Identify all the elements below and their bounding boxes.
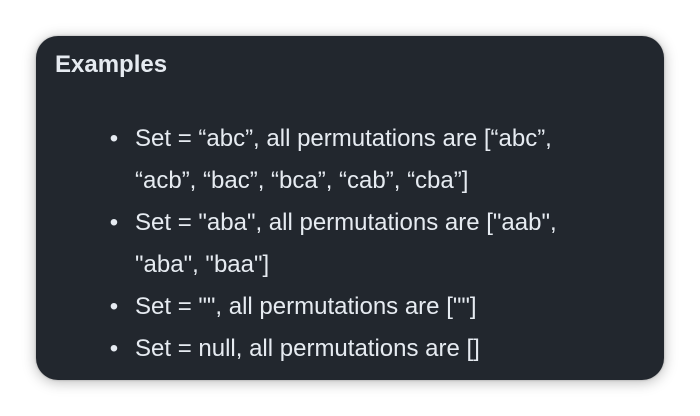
bullet-icon: • xyxy=(109,125,119,152)
item-text-line: Set = "", all permutations are [""] xyxy=(135,293,477,320)
list-item: • Set = “abc”, all permutations are [“ab… xyxy=(110,118,655,202)
item-text-line: “acb”, “bac”, “bca”, “cab”, “cba”] xyxy=(135,167,469,194)
bullet-icon: • xyxy=(109,209,119,236)
examples-card: Examples • Set = “abc”, all permutations… xyxy=(36,36,664,380)
item-text-line: Set = “abc”, all permutations are [“abc”… xyxy=(135,125,552,152)
list-item: • Set = "", all permutations are [""] xyxy=(110,286,655,328)
item-text-line: Set = null, all permutations are [] xyxy=(135,335,480,362)
bullet-icon: • xyxy=(109,335,119,362)
bullet-icon: • xyxy=(109,293,119,320)
item-text-line: "aba", "baa"] xyxy=(135,251,270,278)
item-text-line: Set = "aba", all permutations are ["aab"… xyxy=(135,209,557,236)
list-item: • Set = null, all permutations are [] xyxy=(110,328,655,370)
list-item: • Set = "aba", all permutations are ["aa… xyxy=(110,202,655,286)
section-title: Examples xyxy=(55,51,168,78)
examples-list: • Set = “abc”, all permutations are [“ab… xyxy=(110,118,655,370)
